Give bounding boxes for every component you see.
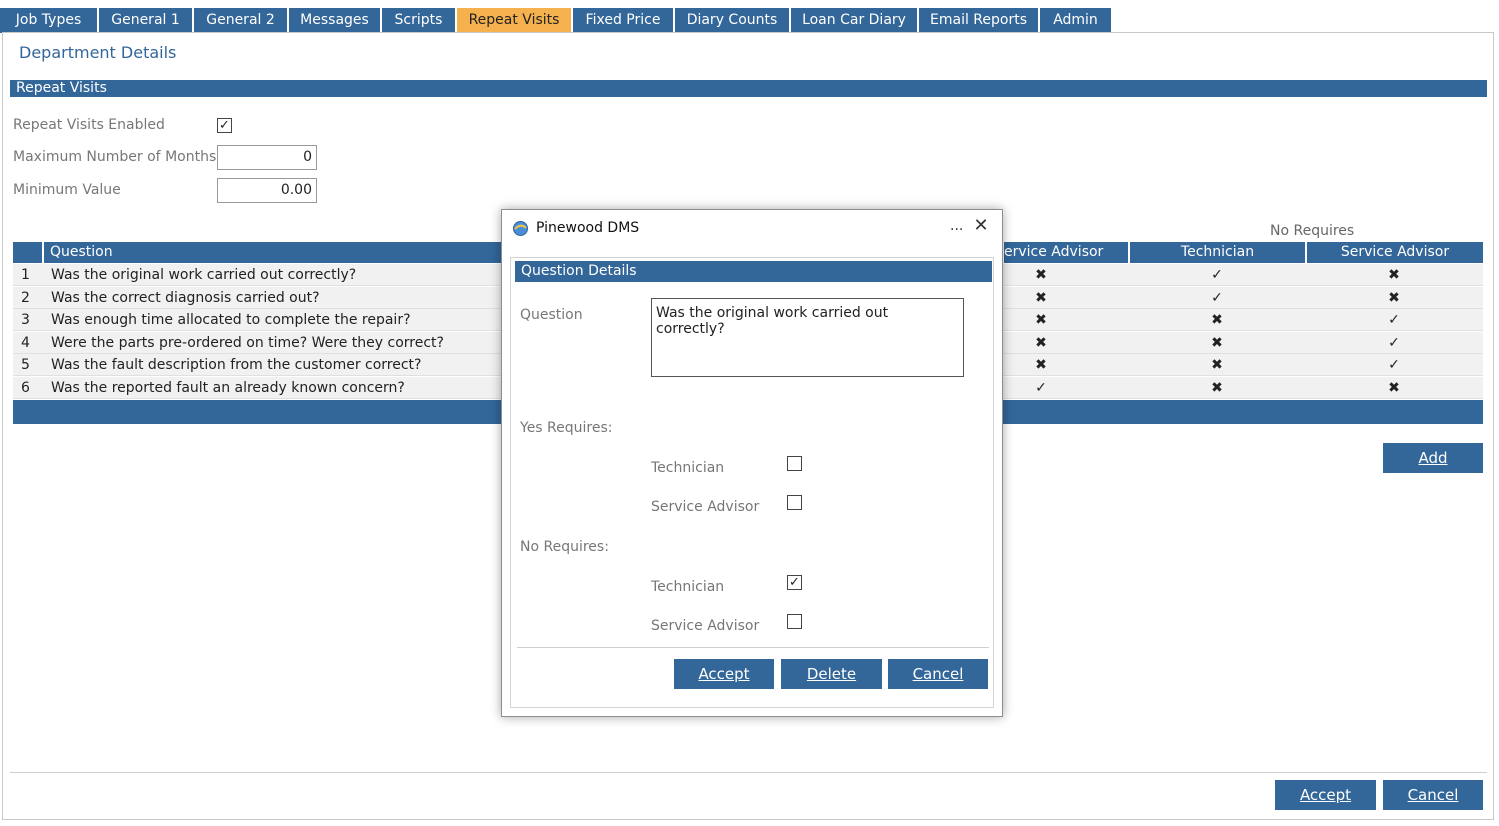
no-technician-mark-cross-icon: ✖ (1211, 334, 1223, 351)
row-question: Were the parts pre-ordered on time? Were… (51, 334, 444, 351)
question-textarea[interactable]: Was the original work carried out correc… (651, 298, 964, 377)
repeat-visits-enabled-checkbox[interactable]: ✓ (217, 118, 232, 133)
tab-diary-counts[interactable]: Diary Counts (675, 8, 789, 33)
no-requires-group-label: No Requires (1270, 223, 1355, 239)
no-technician-checkbox[interactable]: ✓ (787, 575, 802, 590)
close-icon[interactable]: ✕ (972, 217, 990, 235)
yes-service-advisor-mark-cross-icon: ✖ (1035, 334, 1047, 351)
no-technician-mark-cross-icon: ✖ (1211, 312, 1223, 329)
min-value-input[interactable]: 0.00 (217, 178, 317, 203)
tab-loan-car-diary[interactable]: Loan Car Diary (791, 8, 917, 33)
tab-admin[interactable]: Admin (1040, 8, 1111, 33)
no-service-advisor-checkbox[interactable] (787, 614, 802, 629)
yes-service-advisor-mark-cross-icon: ✖ (1035, 357, 1047, 374)
add-button[interactable]: Add (1383, 443, 1483, 473)
dialog-delete-button[interactable]: Delete (781, 659, 882, 689)
yes-service-advisor-label: Service Advisor (651, 499, 760, 515)
max-months-label: Maximum Number of Months (13, 149, 217, 165)
section-header: Repeat Visits (10, 80, 1487, 97)
tab-fixed-price[interactable]: Fixed Price (573, 8, 673, 33)
grid-header-no-technician[interactable]: Technician (1130, 242, 1305, 263)
no-technician-mark-check-icon: ✓ (1211, 289, 1223, 306)
row-number: 3 (21, 312, 30, 329)
yes-service-advisor-mark-check-icon: ✓ (1035, 380, 1047, 396)
row-question: Was the fault description from the custo… (51, 357, 422, 374)
yes-service-advisor-mark-cross-icon: ✖ (1035, 312, 1047, 329)
repeat-visits-enabled-label: Repeat Visits Enabled (13, 117, 165, 133)
tab-general-1[interactable]: General 1 (99, 8, 192, 33)
dialog-title: Pinewood DMS (536, 220, 640, 236)
tab-email-reports[interactable]: Email Reports (919, 8, 1038, 33)
accept-button[interactable]: Accept (1275, 780, 1376, 810)
yes-service-advisor-mark-cross-icon: ✖ (1035, 267, 1047, 283)
tab-scripts[interactable]: Scripts (382, 8, 455, 33)
no-service-advisor-label: Service Advisor (651, 618, 760, 634)
question-details-dialog: Pinewood DMS ... ✕ Question Details Ques… (501, 209, 1003, 717)
row-question: Was enough time allocated to complete th… (51, 312, 411, 329)
no-technician-mark-cross-icon: ✖ (1211, 380, 1223, 396)
dialog-accept-button[interactable]: Accept (674, 659, 774, 689)
grid-header-no-service-advisor[interactable]: Service Advisor (1307, 242, 1483, 263)
grid-header-num (13, 242, 42, 263)
no-service-advisor-mark-cross-icon: ✖ (1388, 289, 1400, 306)
tab-job-types[interactable]: Job Types (0, 8, 97, 33)
no-technician-label: Technician (651, 579, 725, 595)
dialog-body: Question Details Question Was the origin… (510, 257, 994, 708)
row-number: 1 (21, 267, 30, 283)
no-service-advisor-mark-check-icon: ✓ (1388, 312, 1400, 329)
cancel-button[interactable]: Cancel (1383, 780, 1483, 810)
question-label: Question (520, 307, 583, 323)
row-question: Was the correct diagnosis carried out? (51, 289, 320, 306)
row-number: 6 (21, 380, 30, 396)
tab-messages[interactable]: Messages (289, 8, 380, 33)
yes-requires-label: Yes Requires: (520, 420, 613, 436)
min-value-label: Minimum Value (13, 182, 121, 198)
row-question: Was the original work carried out correc… (51, 267, 357, 283)
max-months-input[interactable]: 0 (217, 145, 317, 170)
no-requires-label: No Requires: (520, 539, 609, 555)
tab-repeat-visits[interactable]: Repeat Visits (457, 8, 571, 33)
no-service-advisor-mark-check-icon: ✓ (1388, 357, 1400, 374)
app-icon (513, 221, 528, 236)
dialog-cancel-button[interactable]: Cancel (888, 659, 988, 689)
yes-technician-checkbox[interactable] (787, 456, 802, 471)
yes-technician-label: Technician (651, 460, 725, 476)
no-technician-mark-cross-icon: ✖ (1211, 357, 1223, 374)
no-service-advisor-mark-check-icon: ✓ (1388, 334, 1400, 351)
grid-header-yes-service-advisor[interactable]: ervice Advisor (1004, 242, 1128, 263)
yes-service-advisor-checkbox[interactable] (787, 495, 802, 510)
footer-divider (10, 772, 1487, 773)
more-icon[interactable]: ... (950, 218, 963, 234)
row-number: 2 (21, 289, 30, 306)
row-number: 4 (21, 334, 30, 351)
tab-general-2[interactable]: General 2 (194, 8, 287, 33)
no-service-advisor-mark-cross-icon: ✖ (1388, 380, 1400, 396)
row-number: 5 (21, 357, 30, 374)
no-service-advisor-mark-cross-icon: ✖ (1388, 267, 1400, 283)
yes-service-advisor-mark-cross-icon: ✖ (1035, 289, 1047, 306)
no-technician-mark-check-icon: ✓ (1211, 267, 1223, 283)
dialog-section-header: Question Details (515, 261, 992, 282)
dialog-divider (517, 647, 989, 648)
row-question: Was the reported fault an already known … (51, 380, 405, 396)
page-title: Department Details (19, 43, 177, 62)
